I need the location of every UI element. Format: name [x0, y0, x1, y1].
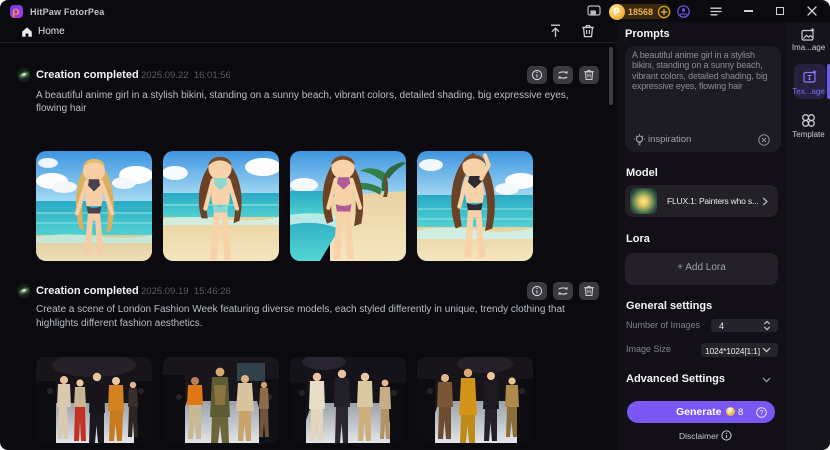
- svg-text:?: ?: [760, 410, 764, 417]
